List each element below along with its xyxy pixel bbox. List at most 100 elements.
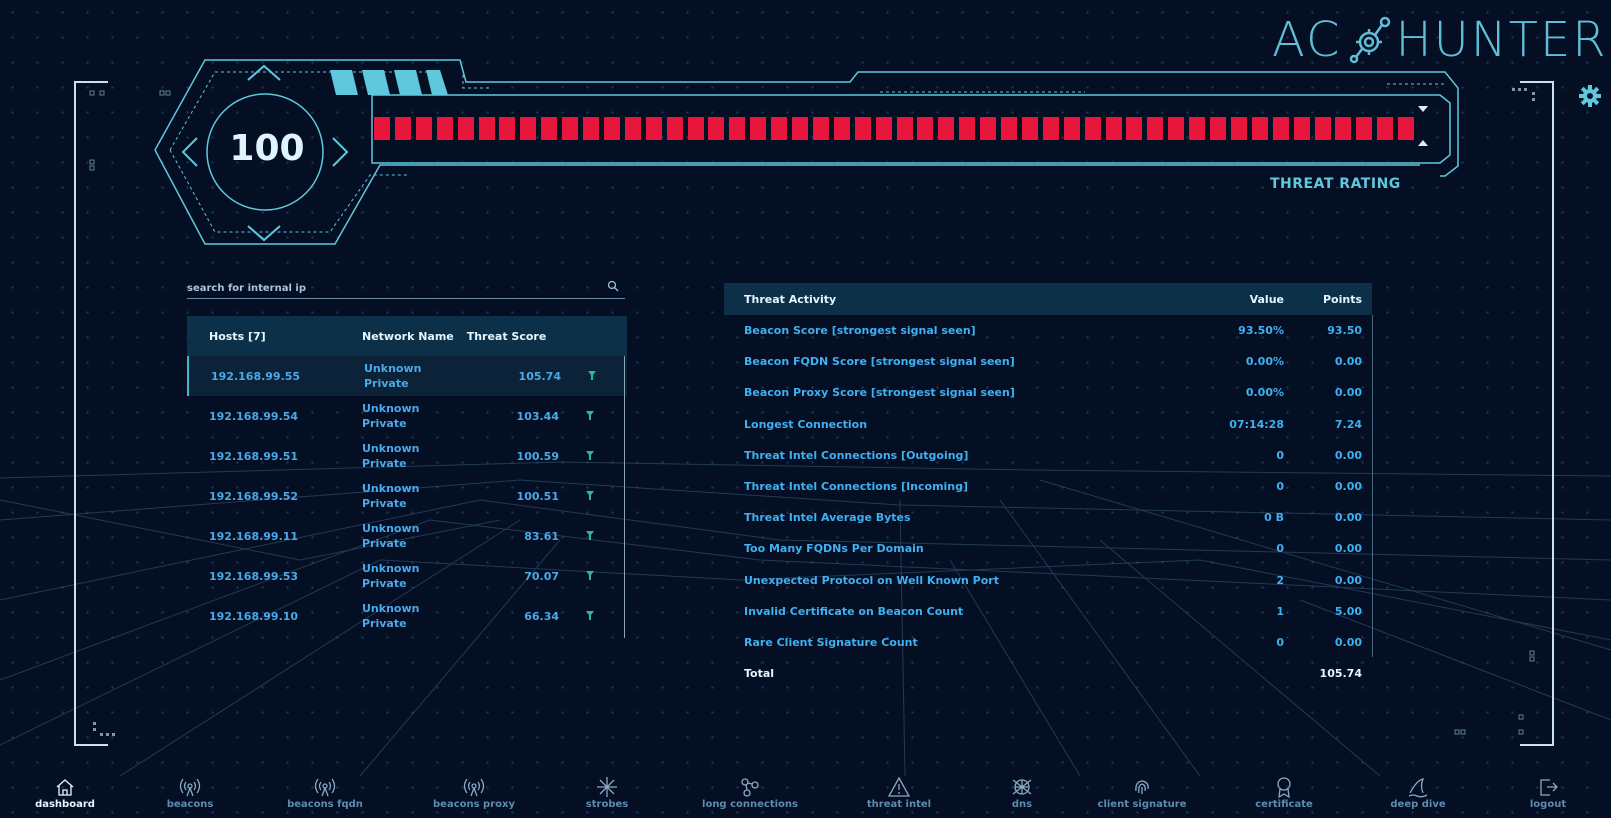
nav-item-deep-dive[interactable]: deep dive (1363, 776, 1473, 810)
host-network-name: Unknown Private (362, 562, 420, 590)
host-ip[interactable]: 192.168.99.54 (187, 410, 362, 423)
nav-label: threat intel (866, 799, 932, 810)
activity-name[interactable]: Invalid Certificate on Beacon Count (724, 605, 1194, 618)
activity-row[interactable]: Unexpected Protocol on Well Known Port 2 0… (724, 565, 1372, 596)
host-row[interactable]: 192.168.99.51 Unknown Private 100.59 (187, 436, 627, 476)
host-search-input[interactable] (187, 278, 587, 299)
activity-name[interactable]: Unexpected Protocol on Well Known Port (724, 574, 1194, 587)
nav-item-strobes[interactable]: strobes (552, 776, 662, 810)
threat-bar-segment (603, 117, 620, 140)
host-row[interactable]: 192.168.99.53 Unknown Private 70.07 (187, 556, 627, 596)
filter-icon[interactable] (586, 490, 594, 500)
activity-row[interactable]: Invalid Certificate on Beacon Count 1 5.00 (724, 596, 1372, 627)
bottom-navigation: dashboard beacons beacons fqdn beacons prox… (0, 776, 1611, 818)
activity-name[interactable]: Too Many FQDNs Per Domain (724, 542, 1194, 555)
filter-icon[interactable] (586, 410, 594, 420)
host-threat-score: 100.59 (516, 449, 559, 463)
activity-name[interactable]: Threat Intel Connections [Outgoing] (724, 449, 1194, 462)
nav-item-dns[interactable]: dns (967, 776, 1077, 810)
host-threat-score: 83.61 (524, 529, 559, 543)
activity-name[interactable]: Longest Connection (724, 418, 1194, 431)
filter-icon[interactable] (586, 530, 594, 540)
host-threat-score: 100.51 (516, 489, 559, 503)
activity-points: 5.00 (1334, 604, 1362, 618)
activity-row[interactable]: Rare Client Signature Count 0 0.00 (724, 627, 1372, 658)
host-row[interactable]: 192.168.99.10 Unknown Private 66.34 (187, 596, 627, 636)
hosts-column-header[interactable]: Hosts [7] (187, 330, 362, 343)
threat-bar-segment (708, 117, 725, 140)
host-ip[interactable]: 192.168.99.10 (187, 610, 362, 623)
threat-bar-segment (833, 117, 850, 140)
threat-bar-segment (1001, 117, 1017, 140)
host-threat-score: 66.34 (524, 609, 559, 623)
activity-row[interactable]: Too Many FQDNs Per Domain 0 0.00 (724, 533, 1372, 564)
activity-scrollbar[interactable] (1372, 315, 1373, 657)
filter-icon[interactable] (586, 450, 594, 460)
activity-value: 07:14:28 (1229, 417, 1284, 431)
activity-row[interactable]: Threat Intel Average Bytes 0 B 0.00 (724, 502, 1372, 533)
threat-rating-bar (374, 117, 1429, 140)
nav-item-certificate[interactable]: certificate (1229, 776, 1339, 810)
host-threat-score: 103.44 (516, 409, 559, 423)
settings-gear-icon[interactable] (1578, 84, 1602, 108)
threat-bar-segment (562, 117, 579, 140)
filter-icon[interactable] (586, 570, 594, 580)
activity-row[interactable]: Beacon Proxy Score [strongest signal see… (724, 377, 1372, 408)
filter-icon[interactable] (588, 370, 596, 380)
activity-row[interactable]: Threat Intel Connections [Incoming] 0 0.00 (724, 471, 1372, 502)
threat-bar-segment (771, 117, 788, 140)
search-icon[interactable] (607, 280, 619, 292)
threat-bar-segment (541, 117, 558, 140)
host-row[interactable]: 192.168.99.11 Unknown Private 83.61 (187, 516, 627, 556)
host-network-name: Unknown Private (362, 442, 420, 470)
threat-bar-segment (1021, 117, 1038, 140)
activity-name[interactable]: Threat Intel Average Bytes (724, 511, 1194, 524)
score-column-header[interactable]: Threat Score (454, 330, 559, 343)
threat-bar-segment (1251, 117, 1268, 140)
broadcast-icon (314, 778, 336, 797)
threat-bar-segment (415, 117, 432, 140)
nav-item-dashboard[interactable]: dashboard (10, 776, 120, 810)
threat-bar-segment (792, 117, 808, 140)
nav-item-long-connections[interactable]: long connections (695, 776, 805, 810)
threat-bar-segment (436, 117, 453, 140)
nav-label: certificate (1255, 799, 1313, 810)
nav-item-beacons[interactable]: beacons (135, 776, 245, 810)
nav-item-threat-intel[interactable]: threat intel (844, 776, 954, 810)
activity-name[interactable]: Rare Client Signature Count (724, 636, 1194, 649)
host-network-name: Unknown Private (362, 602, 420, 630)
activity-row[interactable]: Threat Intel Connections [Outgoing] 0 0.00 (724, 440, 1372, 471)
activity-row[interactable]: Longest Connection 07:14:28 7.24 (724, 409, 1372, 440)
threat-bar-segment (666, 117, 683, 140)
host-row[interactable]: 192.168.99.54 Unknown Private 103.44 (187, 396, 627, 436)
hosts-table: Hosts [7] Network Name Threat Score 192.… (187, 316, 627, 636)
activity-name[interactable]: Beacon Proxy Score [strongest signal see… (724, 386, 1194, 399)
nav-label: beacons proxy (433, 799, 515, 810)
nav-item-beacons-proxy[interactable]: beacons proxy (419, 776, 529, 810)
host-ip[interactable]: 192.168.99.52 (187, 490, 362, 503)
host-ip[interactable]: 192.168.99.11 (187, 530, 362, 543)
network-column-header[interactable]: Network Name (362, 329, 454, 344)
globe-icon (1012, 779, 1032, 795)
nav-item-beacons-fqdn[interactable]: beacons fqdn (270, 776, 380, 810)
nav-item-client-signature[interactable]: client signature (1087, 776, 1197, 810)
points-column-header: Points (1322, 292, 1362, 306)
threat-rating-value: 100 (229, 128, 305, 169)
nav-label: dashboard (35, 799, 95, 810)
host-ip[interactable]: 192.168.99.55 (189, 370, 364, 383)
activity-name[interactable]: Beacon Score [strongest signal seen] (724, 324, 1194, 337)
host-ip[interactable]: 192.168.99.51 (187, 450, 362, 463)
host-row[interactable]: 192.168.99.52 Unknown Private 100.51 (187, 476, 627, 516)
app-logo: AC HUNTER (1272, 10, 1608, 70)
threat-activity-header: Threat Activity Value Points (724, 283, 1372, 315)
host-ip[interactable]: 192.168.99.53 (187, 570, 362, 583)
activity-name[interactable]: Threat Intel Connections [Incoming] (724, 480, 1194, 493)
nav-item-logout[interactable]: logout (1493, 776, 1603, 810)
filter-icon[interactable] (586, 610, 594, 620)
activity-row[interactable]: Beacon FQDN Score [strongest signal seen… (724, 346, 1372, 377)
activity-rows: Beacon Score [strongest signal seen] 93.5… (724, 315, 1372, 658)
host-row[interactable]: 192.168.99.55 Unknown Private 105.74 (187, 356, 627, 396)
activity-row[interactable]: Beacon Score [strongest signal seen] 93.5… (724, 315, 1372, 346)
activity-name[interactable]: Beacon FQDN Score [strongest signal seen… (724, 355, 1194, 368)
hosts-scrollbar[interactable] (624, 356, 625, 638)
